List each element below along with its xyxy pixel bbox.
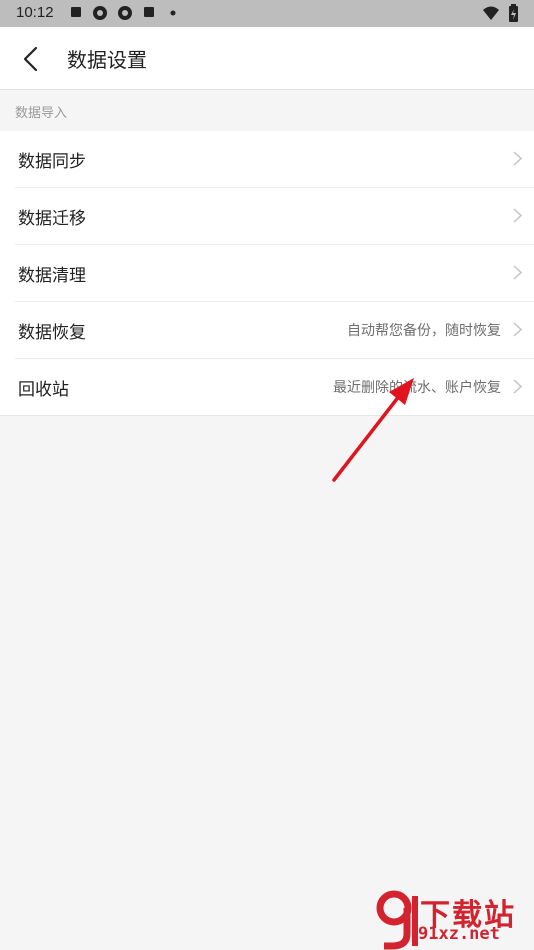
shutter-icon <box>93 6 107 20</box>
setting-row-label: 数据迁移 <box>18 209 86 229</box>
setting-row-data-migration[interactable]: 数据迁移 <box>15 187 534 244</box>
watermark-logo-icon <box>376 890 418 950</box>
app-bar: 数据设置 <box>0 27 534 90</box>
notification-square-icon <box>71 7 81 17</box>
chevron-right-icon <box>513 379 522 394</box>
battery-charging-icon <box>509 4 518 22</box>
watermark: 下载站 91xz.net <box>374 888 534 950</box>
setting-row-recycle-bin[interactable]: 回收站 最近删除的流水、账户恢复 <box>15 358 534 415</box>
watermark-url: 91xz.net <box>418 924 500 944</box>
wifi-icon <box>483 6 499 20</box>
chevron-right-icon <box>513 265 522 280</box>
setting-row-label: 数据恢复 <box>18 323 86 343</box>
setting-row-data-cleanup[interactable]: 数据清理 <box>15 244 534 301</box>
more-notifications-dot-icon <box>170 10 176 16</box>
setting-row-label: 数据清理 <box>18 266 86 286</box>
setting-row-label: 回收站 <box>18 380 69 400</box>
back-button[interactable] <box>14 43 46 75</box>
shutter-icon-2 <box>118 6 132 20</box>
notification-square-icon-2 <box>144 7 154 17</box>
setting-row-label: 数据同步 <box>18 152 86 172</box>
page-title: 数据设置 <box>67 48 147 72</box>
setting-row-data-sync[interactable]: 数据同步 <box>15 131 534 187</box>
status-bar: 10:12 <box>0 0 534 27</box>
setting-row-hint: 最近删除的流水、账户恢复 <box>333 380 501 396</box>
settings-list: 数据同步 数据迁移 数据清理 数据恢复 自动帮您备份，随时恢复 回收站 最近删除… <box>0 131 534 416</box>
chevron-right-icon <box>513 151 522 166</box>
status-time: 10:12 <box>16 4 54 21</box>
setting-row-hint: 自动帮您备份，随时恢复 <box>347 323 501 339</box>
setting-row-data-restore[interactable]: 数据恢复 自动帮您备份，随时恢复 <box>15 301 534 358</box>
chevron-right-icon <box>513 322 522 337</box>
chevron-right-icon <box>513 208 522 223</box>
section-label-data-import: 数据导入 <box>15 106 68 121</box>
chevron-left-icon <box>23 46 38 72</box>
